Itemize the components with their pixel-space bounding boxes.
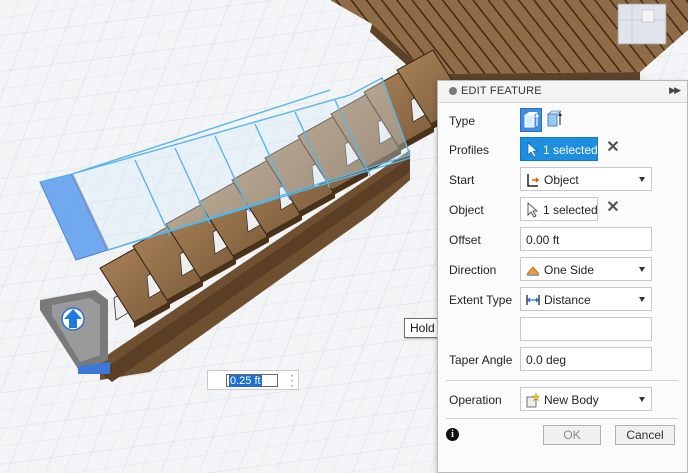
offset-input[interactable]: 0.00 ft	[520, 227, 652, 251]
taper-angle-input[interactable]: 0.0 deg	[520, 347, 652, 371]
offset-label: Offset	[449, 233, 481, 247]
dimension-menu-icon[interactable]: · · ·	[290, 369, 294, 391]
taper-angle-value: 0.0 deg	[526, 353, 567, 367]
operation-dropdown[interactable]: New Body	[520, 387, 652, 411]
type-thin-extrude-button[interactable]	[544, 108, 566, 132]
row-operation: Operation New Body	[438, 387, 687, 413]
direction-value: One Side	[544, 263, 595, 277]
taper-angle-label: Taper Angle	[449, 353, 513, 367]
clear-profiles-icon[interactable]: ✕	[606, 140, 620, 156]
direction-label: Direction	[449, 263, 497, 277]
dimension-value: 0.25 ft	[229, 375, 262, 387]
extent-type-value: Distance	[544, 293, 591, 307]
cursor-arrow-icon	[527, 142, 538, 158]
drag-arrow-icon	[61, 307, 85, 331]
row-profiles: Profiles 1 selected ✕	[438, 137, 687, 163]
clear-object-icon[interactable]: ✕	[606, 200, 620, 216]
chevron-down-icon	[639, 177, 645, 182]
one-side-icon	[526, 266, 540, 276]
panel-divider	[446, 380, 678, 381]
thin-extrude-icon	[547, 110, 562, 127]
view-cube-icon	[617, 3, 667, 45]
row-distance	[438, 317, 687, 343]
distance-icon	[526, 295, 540, 305]
ok-button[interactable]: OK	[543, 425, 601, 445]
row-offset: Offset 0.00 ft	[438, 227, 687, 253]
start-object-icon	[527, 174, 539, 187]
row-start: Start Object	[438, 167, 687, 193]
operation-value: New Body	[544, 393, 599, 407]
chevron-down-icon	[639, 297, 645, 302]
row-extent-type: Extent Type Distance	[438, 287, 687, 313]
direction-dropdown[interactable]: One Side	[520, 257, 652, 281]
profiles-label: Profiles	[449, 143, 490, 157]
type-label: Type	[449, 114, 476, 128]
row-type: Type	[438, 108, 687, 134]
edit-feature-panel: EDIT FEATURE ▶▶ Type Profiles 1 selected…	[437, 80, 688, 473]
object-label: Object	[449, 203, 484, 217]
new-body-icon	[526, 392, 541, 408]
panel-status-dot	[449, 87, 457, 95]
start-dropdown[interactable]: Object	[520, 167, 652, 191]
start-label: Start	[449, 173, 475, 187]
row-object: Object 1 selected ✕	[438, 197, 687, 223]
profiles-select-button[interactable]: 1 selected	[520, 137, 598, 161]
start-value: Object	[544, 173, 579, 187]
chevron-down-icon	[639, 397, 645, 402]
panel-divider	[446, 418, 678, 419]
panel-header[interactable]: EDIT FEATURE ▶▶	[438, 81, 687, 103]
distance-input[interactable]	[520, 317, 652, 341]
dimension-input[interactable]: 0.25 ft	[226, 374, 278, 387]
cursor-arrow-icon	[527, 202, 539, 218]
panel-title: EDIT FEATURE	[461, 85, 542, 97]
row-direction: Direction One Side	[438, 257, 687, 283]
chevron-down-icon	[639, 267, 645, 272]
type-extrude-button[interactable]	[520, 108, 542, 132]
extent-type-dropdown[interactable]: Distance	[520, 287, 652, 311]
profiles-value: 1 selected	[543, 143, 598, 157]
info-icon[interactable]: i	[446, 428, 459, 441]
object-select-button[interactable]: 1 selected	[520, 197, 598, 221]
row-taper-angle: Taper Angle 0.0 deg	[438, 347, 687, 373]
extrude-icon	[524, 112, 539, 128]
object-value: 1 selected	[543, 203, 598, 217]
dimension-input-box[interactable]: 0.25 ft · · ·	[207, 369, 299, 391]
extent-type-label: Extent Type	[449, 293, 513, 307]
expand-panel-icon[interactable]: ▶▶	[669, 85, 681, 96]
offset-value: 0.00 ft	[526, 233, 560, 247]
cancel-button[interactable]: Cancel	[615, 425, 675, 445]
operation-label: Operation	[449, 393, 502, 407]
